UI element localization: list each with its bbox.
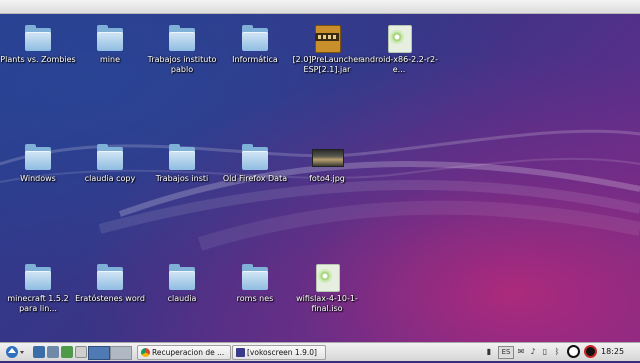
desktop-icon-eratostenes-word[interactable]: Eratóstenes word [70, 263, 150, 304]
desktop-icon-trabajos-instituto-pablo[interactable]: Trabajos instituto pablo [142, 24, 222, 75]
image-file-icon [312, 143, 344, 171]
desktop-icon-label: Eratóstenes word [75, 294, 145, 303]
file-manager-icon[interactable] [47, 346, 59, 358]
start-menu-button[interactable] [3, 344, 27, 358]
record-stop-icon[interactable] [584, 345, 597, 358]
desktop-icon-label: Trabajos insti [155, 174, 209, 183]
chrome-icon [141, 348, 150, 357]
terminal-icon[interactable] [61, 346, 73, 358]
battery-icon[interactable]: ▯ [540, 346, 550, 357]
network-icon[interactable]: ▮ [484, 346, 494, 357]
desktop-pager-1[interactable] [88, 346, 110, 360]
task-label: [vokoscreen 1.9.0] [247, 348, 317, 357]
folder-icon [23, 143, 53, 171]
desktop-icon-label: Old Firefox Data [222, 174, 288, 183]
desktop-icon-wifislax-iso[interactable]: wifislax-4-10-1-final.iso [287, 263, 367, 314]
desktop-icon-minecraft[interactable]: minecraft 1.5.2 para lin... [0, 263, 78, 314]
folder-icon [23, 24, 53, 52]
desktop-icon-label: foto4.jpg [309, 174, 345, 183]
desktop-icon-label: claudia [167, 294, 197, 303]
folder-icon [240, 24, 270, 52]
task-button-chrome[interactable]: Recuperacion de ... [137, 345, 231, 360]
folder-icon [167, 263, 197, 291]
folder-icon [95, 143, 125, 171]
desktop-icon-label: [2.0]PreLauncher ESP[2.1].jar [292, 55, 362, 74]
folder-icon [240, 143, 270, 171]
desktop-icon-label: Trabajos instituto pablo [147, 55, 217, 74]
desktop-icon-informatica[interactable]: Informática [215, 24, 295, 65]
show-desktop-icon[interactable] [33, 346, 45, 358]
desktop-pager-2[interactable] [110, 346, 132, 360]
desktop-icon-trabajos-insti[interactable]: Trabajos insti [142, 143, 222, 184]
desktop-icon-label: mine [99, 55, 120, 64]
desktop-icon-label: minecraft 1.5.2 para lin... [7, 294, 69, 313]
desktop-icon-old-firefox-data[interactable]: Old Firefox Data [215, 143, 295, 184]
folder-icon [167, 143, 197, 171]
desktop[interactable]: Plants vs. Zombies mine Trabajos institu… [0, 14, 640, 342]
desktop-icon-plants-vs-zombies[interactable]: Plants vs. Zombies [0, 24, 78, 65]
desktop-icon-label: android-x86-2.2-r2-e... [360, 55, 438, 74]
disc-image-icon [384, 24, 414, 53]
folder-icon [95, 24, 125, 52]
folder-icon [95, 263, 125, 291]
mail-icon[interactable]: ✉ [516, 346, 526, 357]
folder-icon [167, 24, 197, 52]
task-button-vokoscreen[interactable]: [vokoscreen 1.9.0] [232, 345, 326, 360]
keyboard-layout-indicator[interactable]: ES [498, 346, 514, 359]
start-menu-icon [6, 346, 24, 358]
desktop-icon-claudia-copy[interactable]: claudia copy [70, 143, 150, 184]
desktop-icon-roms-nes[interactable]: roms nes [215, 263, 295, 304]
desktop-icon-android-x86[interactable]: android-x86-2.2-r2-e... [359, 24, 439, 75]
desktop-icon-windows[interactable]: Windows [0, 143, 78, 184]
desktop-icon-claudia[interactable]: claudia [142, 263, 222, 304]
vokoscreen-icon [236, 348, 245, 357]
desktop-icon-foto4[interactable]: foto4.jpg [287, 143, 367, 184]
desktop-icon-mine[interactable]: mine [70, 24, 150, 65]
disc-image-icon [312, 263, 342, 292]
desktop-icon-label: Windows [20, 174, 56, 183]
folder-icon [240, 263, 270, 291]
volume-icon[interactable]: ♪ [528, 346, 538, 357]
window-list-icon[interactable] [75, 346, 87, 358]
bluetooth-icon[interactable]: ᛒ [552, 346, 562, 357]
record-pause-icon[interactable] [567, 345, 580, 358]
desktop-icon-label: Informática [232, 55, 278, 64]
desktop-icon-label: claudia copy [84, 174, 136, 183]
task-label: Recuperacion de ... [152, 348, 225, 357]
jar-file-icon [312, 24, 342, 53]
taskbar: Recuperacion de ... [vokoscreen 1.9.0] ▮… [0, 342, 640, 361]
top-panel [0, 0, 640, 14]
folder-icon [23, 263, 53, 291]
desktop-icon-label: roms nes [236, 294, 274, 303]
clock[interactable]: 18:25 [601, 346, 624, 357]
desktop-icon-label: Plants vs. Zombies [0, 55, 76, 64]
desktop-icon-prelauncher-jar[interactable]: [2.0]PreLauncher ESP[2.1].jar [287, 24, 367, 75]
desktop-icon-label: wifislax-4-10-1-final.iso [296, 294, 358, 313]
